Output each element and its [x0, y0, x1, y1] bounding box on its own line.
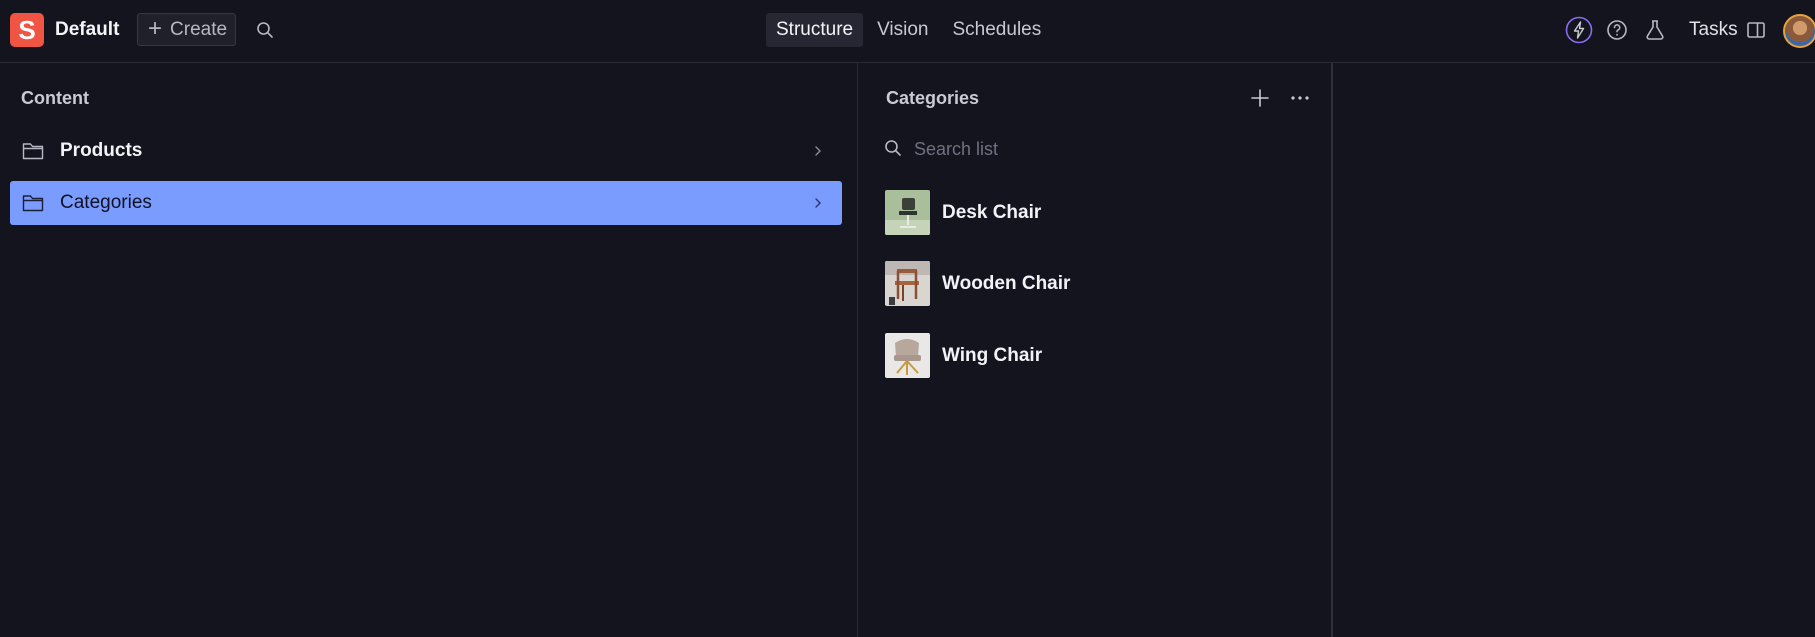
main-nav: Structure Vision Schedules: [766, 13, 1051, 47]
workspace-name[interactable]: Default: [55, 19, 119, 41]
folder-icon: [22, 195, 44, 212]
lightning-icon[interactable]: [1565, 16, 1593, 44]
wing-chair-thumbnail: [885, 333, 930, 378]
list-item-desk-chair[interactable]: Desk Chair: [876, 182, 1326, 242]
content-item-label: Products: [60, 140, 143, 161]
desk-chair-thumbnail: [885, 190, 930, 235]
list-item-label: Desk Chair: [942, 202, 1042, 223]
chevron-right-icon: [815, 146, 821, 156]
tab-schedules[interactable]: Schedules: [943, 13, 1052, 47]
help-icon[interactable]: [1603, 16, 1631, 44]
content-pane: Content Products Categories: [0, 63, 858, 637]
more-options-icon[interactable]: [1288, 86, 1312, 110]
content-item-products[interactable]: Products: [10, 129, 842, 173]
create-label: Create: [170, 18, 228, 40]
search-icon: [885, 140, 901, 156]
list-item-label: Wooden Chair: [942, 273, 1071, 294]
tasks-button[interactable]: Tasks: [1689, 19, 1738, 41]
user-avatar[interactable]: [1783, 14, 1815, 48]
categories-pane-title: Categories: [886, 88, 980, 108]
top-bar: S Default + Create Structure Vision Sche…: [0, 0, 1815, 63]
chevron-right-icon: [815, 198, 821, 208]
list-item-wing-chair[interactable]: Wing Chair: [876, 325, 1326, 385]
list-item-label: Wing Chair: [942, 345, 1043, 366]
plus-icon: +: [148, 14, 163, 42]
panel-toggle-icon[interactable]: [1742, 16, 1770, 44]
flask-icon[interactable]: [1641, 16, 1669, 44]
folder-icon: [22, 143, 44, 160]
search-icon[interactable]: [255, 20, 275, 40]
content-pane-title: Content: [21, 88, 89, 108]
tab-structure[interactable]: Structure: [766, 13, 864, 47]
add-document-icon[interactable]: [1248, 86, 1272, 110]
content-item-label: Categories: [60, 192, 152, 213]
tab-vision[interactable]: Vision: [867, 13, 938, 47]
create-button[interactable]: + Create: [137, 13, 236, 46]
studio-logo[interactable]: S: [10, 13, 44, 47]
list-item-wooden-chair[interactable]: Wooden Chair: [876, 253, 1326, 313]
search-list-input[interactable]: [912, 134, 1296, 164]
content-item-categories[interactable]: Categories: [10, 181, 842, 225]
wooden-chair-thumbnail: [885, 261, 930, 306]
